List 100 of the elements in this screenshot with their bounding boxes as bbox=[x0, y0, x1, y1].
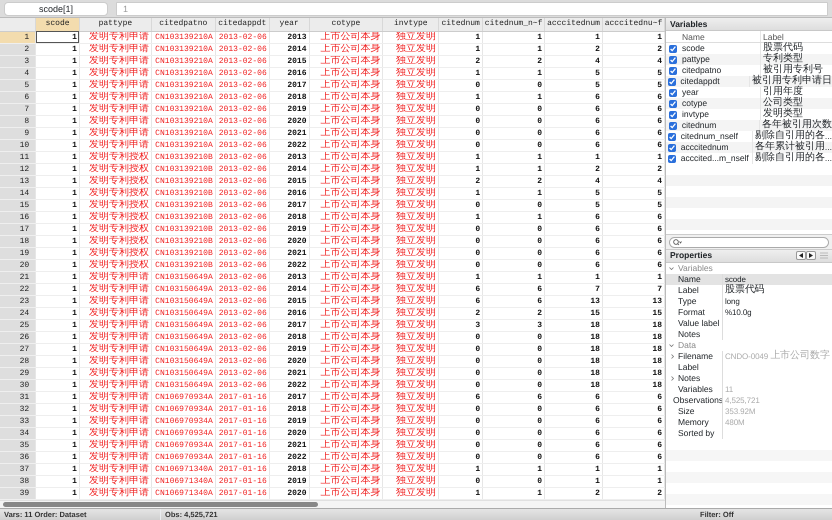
row-number[interactable]: 15 bbox=[0, 199, 36, 211]
row-number[interactable]: 16 bbox=[0, 211, 36, 223]
variable-name[interactable]: invtype bbox=[680, 109, 760, 120]
property-row[interactable]: Memory 480M bbox=[666, 416, 832, 428]
table-cell: 上市公司本身 bbox=[309, 355, 383, 367]
column-header[interactable]: year bbox=[269, 18, 310, 31]
checkbox[interactable] bbox=[669, 66, 677, 74]
checkbox[interactable] bbox=[669, 56, 677, 64]
checkbox[interactable] bbox=[669, 44, 677, 52]
chevron-down-icon[interactable] bbox=[669, 342, 674, 348]
property-row[interactable]: Name scode bbox=[666, 274, 832, 284]
row-number[interactable]: 4 bbox=[0, 67, 36, 79]
row-number[interactable]: 7 bbox=[0, 103, 36, 115]
checkbox[interactable] bbox=[668, 132, 676, 140]
row-number[interactable]: 1 bbox=[0, 31, 36, 43]
row-number[interactable]: 17 bbox=[0, 223, 36, 235]
row-number[interactable]: 2 bbox=[0, 43, 36, 55]
table-cell: 1 bbox=[36, 151, 80, 163]
checkbox[interactable] bbox=[669, 100, 677, 108]
row-number[interactable]: 20 bbox=[0, 259, 36, 271]
row-number[interactable]: 37 bbox=[0, 463, 36, 475]
panel-title: Variables bbox=[666, 18, 832, 31]
checkbox[interactable] bbox=[668, 78, 676, 86]
property-row[interactable]: Notes bbox=[666, 328, 832, 340]
next-button[interactable] bbox=[806, 251, 816, 260]
variable-name-field[interactable]: scode[1] bbox=[4, 2, 108, 16]
column-header[interactable]: cotype bbox=[309, 18, 383, 31]
checkbox[interactable] bbox=[669, 110, 677, 118]
property-row[interactable]: Variables 11 bbox=[666, 384, 832, 394]
property-row[interactable]: Format %10.0g bbox=[666, 306, 832, 318]
row-number[interactable]: 19 bbox=[0, 247, 36, 259]
row-number[interactable]: 39 bbox=[0, 487, 36, 499]
row-number[interactable]: 27 bbox=[0, 343, 36, 355]
variable-name[interactable]: year bbox=[680, 87, 760, 98]
horizontal-scrollbar[interactable] bbox=[3, 502, 318, 507]
row-number[interactable]: 28 bbox=[0, 355, 36, 367]
row-number[interactable]: 18 bbox=[0, 235, 36, 247]
property-row[interactable]: Filename CNDO-0049 上市公司数字 bbox=[666, 350, 832, 362]
column-header[interactable]: Label bbox=[760, 31, 832, 42]
column-header[interactable]: citedappdt bbox=[215, 18, 270, 31]
row-number[interactable]: 5 bbox=[0, 79, 36, 91]
row-number[interactable]: 25 bbox=[0, 319, 36, 331]
property-row[interactable]: Label bbox=[666, 362, 832, 372]
row-number[interactable]: 6 bbox=[0, 91, 36, 103]
row-number[interactable]: 34 bbox=[0, 427, 36, 439]
previous-button[interactable] bbox=[796, 251, 806, 260]
row-number[interactable]: 31 bbox=[0, 391, 36, 403]
search-field[interactable] bbox=[669, 236, 829, 248]
row-number[interactable]: 3 bbox=[0, 55, 36, 67]
row-number[interactable]: 36 bbox=[0, 451, 36, 463]
table-cell: 上市公司本身 bbox=[309, 391, 383, 403]
checkbox[interactable] bbox=[668, 154, 676, 162]
variable-name[interactable]: citednum_nself bbox=[678, 131, 752, 142]
row-number[interactable]: 26 bbox=[0, 331, 36, 343]
property-row[interactable]: Label 股票代码 bbox=[666, 284, 832, 296]
checkbox[interactable] bbox=[669, 88, 677, 96]
row-number[interactable]: 8 bbox=[0, 115, 36, 127]
column-header[interactable]: citedpatno bbox=[151, 18, 216, 31]
row-number[interactable]: 35 bbox=[0, 439, 36, 451]
row-number[interactable]: 11 bbox=[0, 151, 36, 163]
property-row[interactable]: Type long bbox=[666, 296, 832, 306]
column-header[interactable]: scode bbox=[36, 18, 80, 31]
checkbox[interactable] bbox=[668, 144, 676, 152]
row-number[interactable]: 23 bbox=[0, 295, 36, 307]
variable-name[interactable]: acccited...m_nself bbox=[678, 153, 752, 164]
property-value: 股票代码 bbox=[725, 286, 765, 294]
chevron-right-icon[interactable] bbox=[670, 376, 675, 380]
column-header[interactable]: citednum_n~f bbox=[482, 18, 545, 31]
property-row[interactable]: Size 353.92M bbox=[666, 406, 832, 416]
column-header[interactable]: acccitednu~f bbox=[602, 18, 664, 31]
checkbox[interactable] bbox=[668, 122, 677, 130]
row-number[interactable]: 33 bbox=[0, 415, 36, 427]
column-header[interactable]: invtype bbox=[382, 18, 439, 31]
row-number[interactable]: 9 bbox=[0, 127, 36, 139]
row-number[interactable]: 30 bbox=[0, 379, 36, 391]
column-header[interactable]: Name bbox=[680, 31, 760, 42]
row-number[interactable]: 32 bbox=[0, 403, 36, 415]
row-number[interactable]: 10 bbox=[0, 139, 36, 151]
column-header[interactable]: pattype bbox=[79, 18, 152, 31]
row-number[interactable]: 13 bbox=[0, 175, 36, 187]
row-number[interactable]: 38 bbox=[0, 475, 36, 487]
section-title[interactable]: Variables bbox=[678, 262, 713, 274]
column-header[interactable]: acccitednum bbox=[544, 18, 602, 31]
row-number[interactable]: 22 bbox=[0, 283, 36, 295]
chevron-right-icon[interactable] bbox=[670, 354, 675, 358]
section-title[interactable]: Data bbox=[678, 340, 696, 350]
column-header[interactable]: citednum bbox=[438, 18, 483, 31]
variable-name[interactable]: scode bbox=[680, 43, 760, 54]
row-number[interactable]: 24 bbox=[0, 307, 36, 319]
property-row[interactable]: Value label bbox=[666, 318, 832, 328]
chevron-down-icon[interactable] bbox=[669, 266, 674, 270]
variable-name[interactable]: citedpatno bbox=[680, 65, 760, 76]
table-cell: 1 bbox=[482, 67, 545, 79]
row-number[interactable]: 29 bbox=[0, 367, 36, 379]
row-number[interactable]: 12 bbox=[0, 163, 36, 175]
variable-name[interactable]: acccitednum bbox=[678, 142, 752, 153]
property-row[interactable]: Observations 4,525,721 bbox=[666, 394, 832, 406]
row-number[interactable]: 14 bbox=[0, 187, 36, 199]
row-number[interactable]: 21 bbox=[0, 271, 36, 283]
property-row[interactable]: Notes bbox=[666, 372, 832, 384]
